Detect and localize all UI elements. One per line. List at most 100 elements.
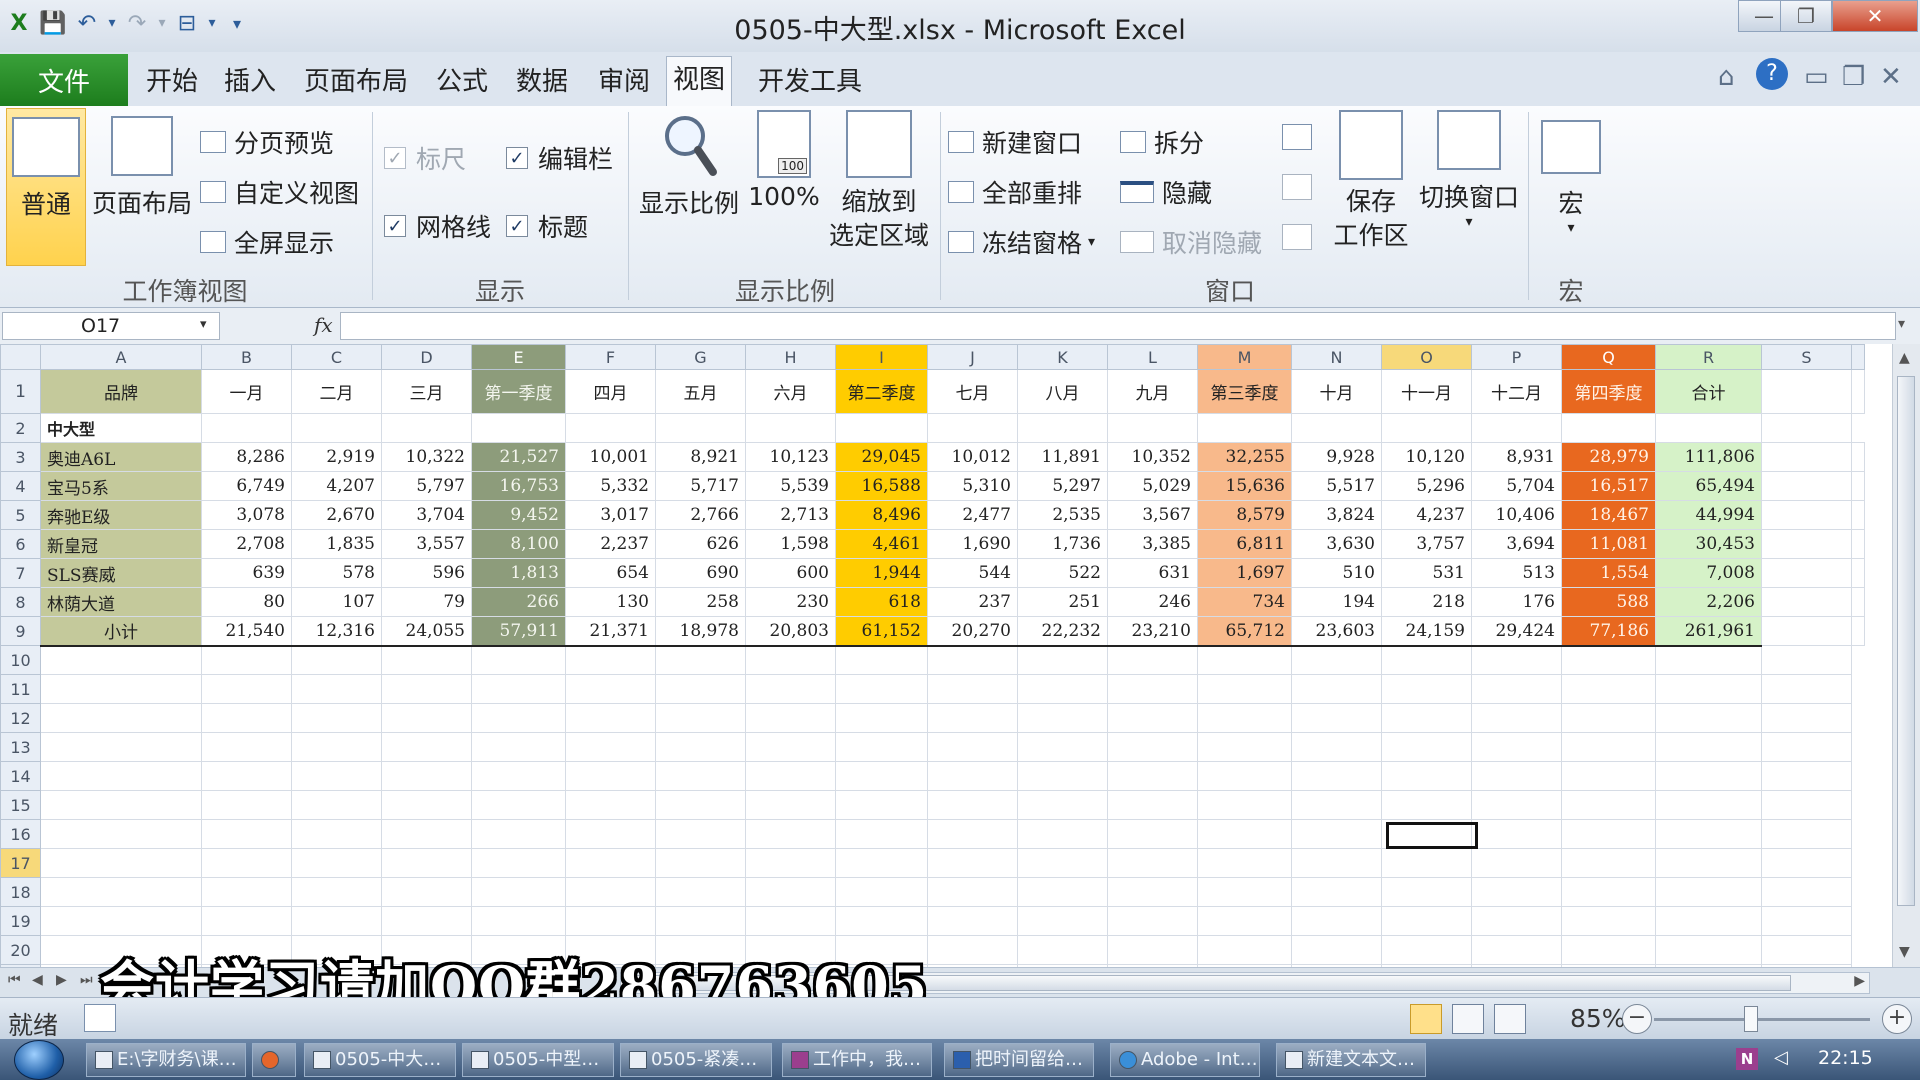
task-explorer[interactable]: E:\字财务\课… xyxy=(86,1043,246,1077)
unhide-button[interactable]: 取消隐藏 xyxy=(1120,224,1262,260)
empty-cell[interactable] xyxy=(1291,848,1382,878)
value-cell[interactable]: 618 xyxy=(835,587,928,617)
value-cell[interactable]: 578 xyxy=(291,558,382,588)
empty-cell[interactable] xyxy=(471,732,566,762)
empty-cell[interactable] xyxy=(1561,413,1656,443)
row-header[interactable]: 6 xyxy=(0,529,41,559)
prev-sheet-icon[interactable]: ◀ xyxy=(32,972,43,988)
empty-cell[interactable] xyxy=(291,848,382,878)
empty-cell[interactable] xyxy=(1761,587,1852,617)
value-cell[interactable]: 1,598 xyxy=(745,529,836,559)
empty-cell[interactable] xyxy=(291,645,382,675)
row-header[interactable]: 3 xyxy=(0,442,41,472)
empty-cell[interactable] xyxy=(655,732,746,762)
task-excel-3[interactable]: 0505-紧凑… xyxy=(620,1043,772,1077)
header-cell[interactable]: 十月 xyxy=(1291,369,1382,414)
normal-view-status-icon[interactable] xyxy=(1410,1004,1442,1034)
empty-cell[interactable] xyxy=(927,906,1018,936)
page-break-preview-button[interactable]: 分页预览 xyxy=(200,124,334,160)
empty-cell[interactable] xyxy=(835,703,928,733)
value-cell[interactable]: 2,766 xyxy=(655,500,746,530)
value-cell[interactable]: 2,708 xyxy=(201,529,292,559)
new-window-button[interactable]: 新建窗口 xyxy=(948,124,1082,160)
tab-review[interactable]: 审阅 xyxy=(592,62,656,102)
value-cell[interactable]: 30,453 xyxy=(1655,529,1762,559)
empty-cell[interactable] xyxy=(1851,369,1865,414)
tab-insert[interactable]: 插入 xyxy=(218,62,282,102)
first-sheet-icon[interactable]: ⏮ xyxy=(8,972,21,988)
header-cell[interactable]: 四月 xyxy=(565,369,656,414)
column-header[interactable]: F xyxy=(565,344,656,370)
tab-view[interactable]: 视图 xyxy=(666,56,733,106)
empty-cell[interactable] xyxy=(1561,732,1656,762)
empty-cell[interactable] xyxy=(1291,703,1382,733)
value-cell[interactable]: 1,736 xyxy=(1017,529,1108,559)
value-cell[interactable]: 18,467 xyxy=(1561,500,1656,530)
hide-button[interactable]: 隐藏 xyxy=(1120,174,1212,210)
empty-cell[interactable] xyxy=(1017,848,1108,878)
value-cell[interactable]: 12,316 xyxy=(291,616,382,647)
value-cell[interactable]: 522 xyxy=(1017,558,1108,588)
value-cell[interactable]: 5,296 xyxy=(1381,471,1472,501)
header-cell[interactable]: 一月 xyxy=(201,369,292,414)
column-header[interactable]: M xyxy=(1197,344,1292,370)
empty-cell[interactable] xyxy=(471,848,566,878)
empty-cell[interactable] xyxy=(1107,819,1198,849)
empty-cell[interactable] xyxy=(745,674,836,704)
empty-cell[interactable] xyxy=(655,877,746,907)
empty-cell[interactable] xyxy=(291,732,382,762)
help-icon[interactable]: ? xyxy=(1756,58,1788,90)
formula-bar-expand-icon[interactable]: ▾ xyxy=(1898,316,1905,332)
value-cell[interactable]: 3,704 xyxy=(381,500,472,530)
value-cell[interactable]: 9,928 xyxy=(1291,442,1382,472)
empty-cell[interactable] xyxy=(291,877,382,907)
empty-cell[interactable] xyxy=(1851,471,1865,501)
empty-cell[interactable] xyxy=(1761,848,1852,878)
value-cell[interactable]: 9,452 xyxy=(471,500,566,530)
worksheet-grid[interactable]: A B C D E F G H I J K L M N O P Q R S 1 品牌 一月 二月 三月 第一季度 四月 五月 六月 第二… xyxy=(0,344,1920,967)
empty-cell[interactable] xyxy=(1017,645,1108,675)
empty-cell[interactable] xyxy=(1761,674,1852,704)
empty-cell[interactable] xyxy=(1107,645,1198,675)
empty-cell[interactable] xyxy=(745,819,836,849)
value-cell[interactable]: 24,055 xyxy=(381,616,472,647)
empty-cell[interactable] xyxy=(40,674,202,704)
row-header[interactable]: 19 xyxy=(0,906,41,936)
empty-cell[interactable] xyxy=(745,848,836,878)
empty-cell[interactable] xyxy=(1561,790,1656,820)
value-cell[interactable]: 3,824 xyxy=(1291,500,1382,530)
column-header[interactable]: Q xyxy=(1561,344,1656,370)
value-cell[interactable]: 251 xyxy=(1017,587,1108,617)
empty-cell[interactable] xyxy=(1381,906,1472,936)
empty-cell[interactable] xyxy=(1197,413,1292,443)
value-cell[interactable]: 2,535 xyxy=(1017,500,1108,530)
empty-cell[interactable] xyxy=(1471,877,1562,907)
value-cell[interactable]: 1,944 xyxy=(835,558,928,588)
formula-input[interactable] xyxy=(340,312,1896,340)
empty-cell[interactable] xyxy=(381,906,472,936)
empty-cell[interactable] xyxy=(1655,848,1762,878)
formula-bar-checkbox[interactable]: ✓ 编辑栏 xyxy=(506,140,613,176)
empty-cell[interactable] xyxy=(1017,877,1108,907)
value-cell[interactable]: 57,911 xyxy=(471,616,566,647)
empty-cell[interactable] xyxy=(201,703,292,733)
value-cell[interactable]: 4,237 xyxy=(1381,500,1472,530)
value-cell[interactable]: 596 xyxy=(381,558,472,588)
tab-data[interactable]: 数据 xyxy=(510,62,574,102)
brand-cell[interactable]: 奥迪A6L xyxy=(40,442,202,472)
column-header[interactable]: H xyxy=(745,344,836,370)
header-cell[interactable]: 第一季度 xyxy=(471,369,566,414)
scroll-down-icon[interactable]: ▼ xyxy=(1899,944,1910,960)
value-cell[interactable]: 258 xyxy=(655,587,746,617)
column-header[interactable]: N xyxy=(1291,344,1382,370)
value-cell[interactable]: 510 xyxy=(1291,558,1382,588)
minimize-ribbon-icon[interactable]: ⌂ xyxy=(1718,62,1735,92)
empty-cell[interactable] xyxy=(1471,935,1562,965)
empty-cell[interactable] xyxy=(291,703,382,733)
empty-cell[interactable] xyxy=(1381,790,1472,820)
empty-cell[interactable] xyxy=(1561,819,1656,849)
selected-cell-o17[interactable] xyxy=(1386,822,1478,849)
header-cell[interactable]: 二月 xyxy=(291,369,382,414)
empty-cell[interactable] xyxy=(381,877,472,907)
empty-cell[interactable] xyxy=(40,877,202,907)
